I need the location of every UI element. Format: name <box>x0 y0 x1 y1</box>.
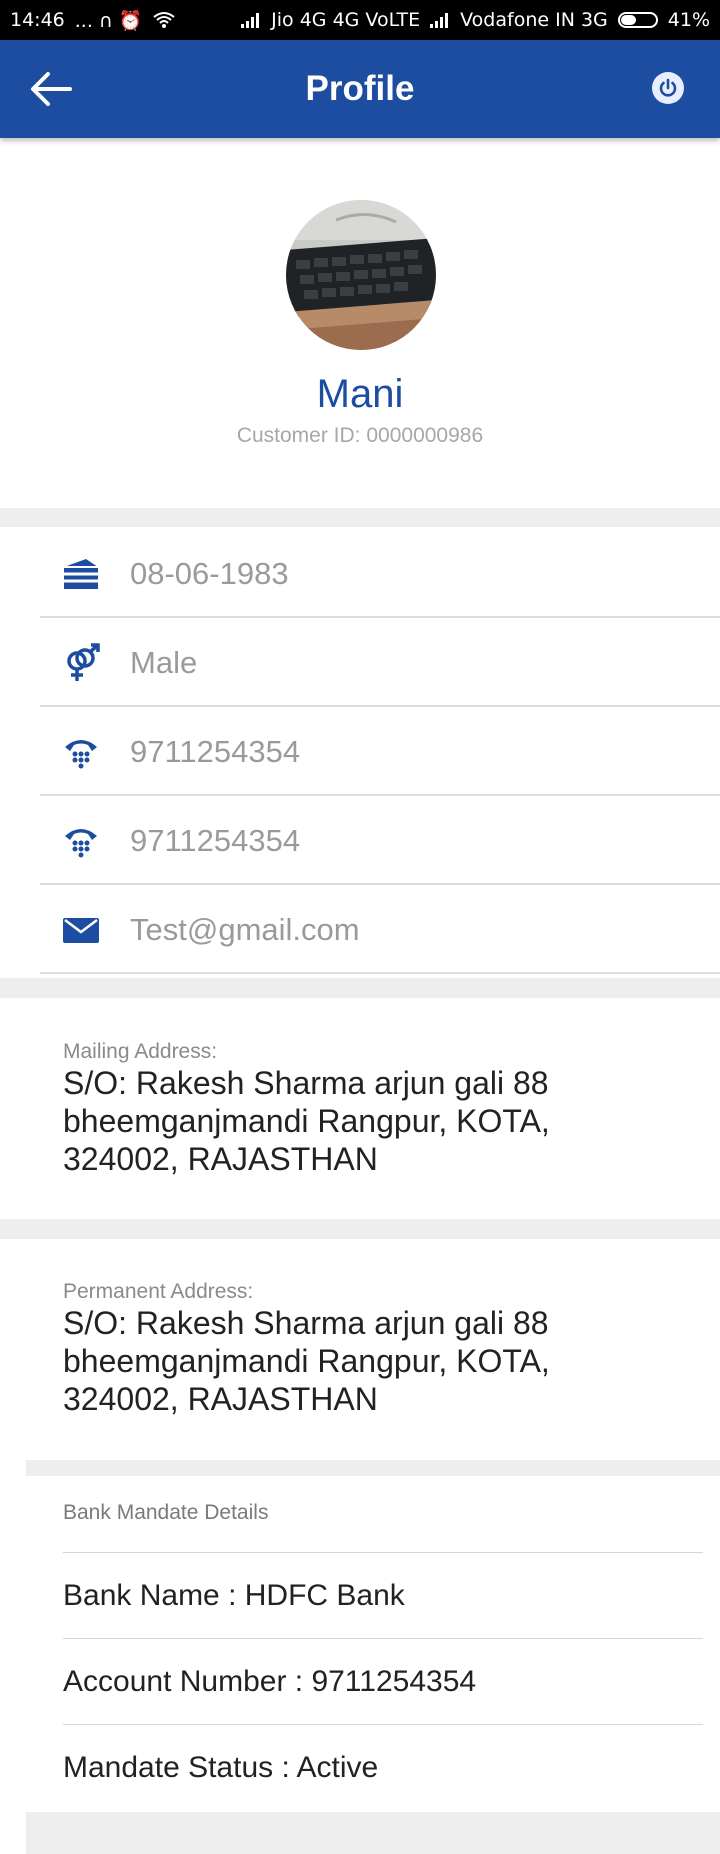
phone-value-2[interactable]: 9711254354 <box>130 796 300 885</box>
permanent-address-line-1: S/O: Rakesh Sharma arjun gali 88 <box>63 1305 549 1341</box>
envelope-icon <box>60 909 102 951</box>
account-number: Account Number : 9711254354 <box>63 1638 703 1725</box>
section-divider <box>0 978 720 998</box>
profile-header: Mani Customer ID: 0000000986 <box>0 138 720 508</box>
permanent-address-label: Permanent Address: <box>63 1280 254 1303</box>
permanent-address-block: Permanent Address: S/O: Rakesh Sharma ar… <box>63 1280 683 1418</box>
mailing-address-label: Mailing Address: <box>63 1040 218 1063</box>
mailing-address-line-3: 324002, RAJASTHAN <box>63 1141 378 1177</box>
phone-value-1[interactable]: 9711254354 <box>130 707 300 796</box>
avatar-photo <box>286 200 436 350</box>
gender-icon <box>60 642 102 684</box>
status-network-1: Jio 4G 4G VoLTE <box>271 9 421 31</box>
gender-value: Male <box>130 645 198 680</box>
dob-value: 08-06-1983 <box>130 556 289 591</box>
signal-icon <box>430 13 449 28</box>
status-network-2: Vodafone IN 3G <box>460 9 608 31</box>
phone-icon <box>60 820 102 862</box>
status-battery: 41% <box>667 9 710 31</box>
app-bar: Profile <box>0 40 720 138</box>
mailing-address-block: Mailing Address: S/O: Rakesh Sharma arju… <box>63 1040 683 1178</box>
signal-icon <box>241 13 260 28</box>
mailing-address-line-1: S/O: Rakesh Sharma arjun gali 88 <box>63 1065 549 1101</box>
wifi-icon <box>152 12 175 28</box>
status-notification-icons: ... ∩ ⏰ <box>74 9 143 32</box>
phone-icon <box>60 731 102 773</box>
avatar[interactable] <box>286 200 436 350</box>
logout-button[interactable] <box>652 72 684 104</box>
battery-icon <box>617 12 658 28</box>
page-title: Profile <box>305 69 415 108</box>
bottom-divider <box>26 1812 720 1854</box>
dob-row: 08-06-1983 <box>40 529 720 618</box>
phone-row-1: 9711254354 <box>40 707 720 796</box>
section-divider <box>0 508 720 527</box>
email-value[interactable]: Test@gmail.com <box>130 885 360 974</box>
customer-id: Customer ID: 0000000986 <box>236 424 484 447</box>
bank-name: Bank Name : HDFC Bank <box>63 1552 703 1639</box>
permanent-address-line-2: bheemganjmandi Rangpur, KOTA, <box>63 1343 550 1379</box>
phone-row-2: 9711254354 <box>40 796 720 885</box>
status-right: Jio 4G 4G VoLTE Vodafone IN 3G 41% <box>241 9 710 31</box>
status-left: 14:46 ... ∩ ⏰ <box>10 9 175 32</box>
gender-row: Male <box>40 618 720 707</box>
status-bar: 14:46 ... ∩ ⏰ Jio 4G 4G VoLTE Vodafone I… <box>0 0 720 40</box>
section-divider <box>0 1219 720 1239</box>
status-time: 14:46 <box>10 9 65 31</box>
profile-name: Mani <box>316 372 404 416</box>
mandate-status: Mandate Status : Active <box>63 1724 703 1811</box>
cake-icon <box>60 553 102 595</box>
mailing-address-line-2: bheemganjmandi Rangpur, KOTA, <box>63 1103 550 1139</box>
permanent-address-line-3: 324002, RAJASTHAN <box>63 1381 378 1417</box>
power-icon <box>659 78 677 97</box>
bank-mandate-title: Bank Mandate Details <box>63 1501 269 1524</box>
section-divider <box>26 1460 720 1476</box>
email-row: Test@gmail.com <box>40 885 720 974</box>
bank-mandate-card: Bank Mandate Details Bank Name : HDFC Ba… <box>26 1476 720 1812</box>
